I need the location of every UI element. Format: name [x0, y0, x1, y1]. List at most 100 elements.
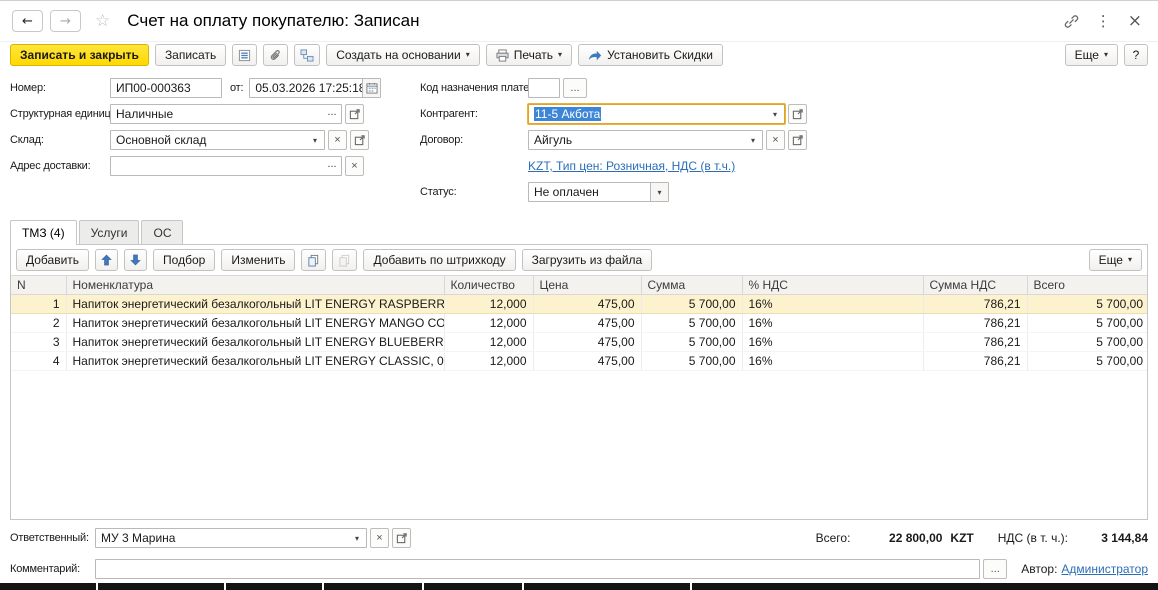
- save-button[interactable]: Записать: [155, 44, 226, 66]
- table-cell[interactable]: 475,00: [533, 333, 641, 352]
- document-register-button[interactable]: [232, 44, 257, 66]
- taskbar-item[interactable]: [0, 583, 96, 590]
- clear-button[interactable]: ×: [370, 528, 389, 548]
- warehouse-field[interactable]: Основной склад ▾: [110, 130, 325, 150]
- table-cell[interactable]: 5 700,00: [1027, 314, 1147, 333]
- forward-button[interactable]: →: [50, 10, 81, 32]
- taskbar-item[interactable]: [98, 583, 224, 590]
- taskbar-item[interactable]: [324, 583, 422, 590]
- choose-icon[interactable]: ...: [323, 157, 341, 175]
- responsible-field[interactable]: МУ 3 Марина ▾: [95, 528, 367, 548]
- counterparty-field[interactable]: 11-5 Акбота ▾: [528, 104, 785, 124]
- pick-items-button[interactable]: Подбор: [153, 249, 215, 271]
- paste-rows-button[interactable]: [332, 249, 357, 271]
- taskbar-item[interactable]: [226, 583, 322, 590]
- table-cell[interactable]: 1: [11, 295, 66, 314]
- taskbar-item[interactable]: [692, 583, 1158, 590]
- table-cell[interactable]: 475,00: [533, 295, 641, 314]
- more-button[interactable]: Еще ▾: [1065, 44, 1118, 66]
- table-cell[interactable]: 16%: [742, 295, 923, 314]
- status-field[interactable]: Не оплачен ▾: [528, 182, 669, 202]
- chevron-down-icon[interactable]: ▾: [766, 105, 784, 123]
- edit-row-button[interactable]: Изменить: [221, 249, 295, 271]
- help-button[interactable]: ?: [1124, 44, 1148, 66]
- set-discounts-button[interactable]: Установить Скидки: [578, 44, 723, 66]
- more-menu-icon[interactable]: ⋮: [1096, 14, 1111, 29]
- table-cell[interactable]: 5 700,00: [1027, 295, 1147, 314]
- get-link-icon[interactable]: [1064, 14, 1079, 29]
- column-header[interactable]: Сумма НДС: [923, 276, 1027, 295]
- column-header[interactable]: % НДС: [742, 276, 923, 295]
- chevron-down-icon[interactable]: ▾: [306, 131, 324, 149]
- table-cell[interactable]: 16%: [742, 333, 923, 352]
- chevron-down-icon[interactable]: ▾: [744, 131, 762, 149]
- table-cell[interactable]: 3: [11, 333, 66, 352]
- choose-button[interactable]: ...: [983, 559, 1007, 579]
- table-cell[interactable]: 12,000: [444, 314, 533, 333]
- open-button[interactable]: [392, 528, 411, 548]
- chevron-down-icon[interactable]: ▾: [348, 529, 366, 547]
- table-cell[interactable]: 786,21: [923, 352, 1027, 371]
- table-row[interactable]: 4Напиток энергетический безалкогольный L…: [11, 352, 1147, 371]
- author-link[interactable]: Администратор: [1061, 562, 1148, 576]
- open-button[interactable]: [788, 104, 807, 124]
- open-button[interactable]: [350, 130, 369, 150]
- date-field[interactable]: 05.03.2026 17:25:18: [249, 78, 381, 98]
- move-row-up-button[interactable]: [95, 249, 118, 271]
- copy-rows-button[interactable]: [301, 249, 326, 271]
- number-field[interactable]: ИП00-000363: [110, 78, 222, 98]
- table-cell[interactable]: 12,000: [444, 295, 533, 314]
- items-more-button[interactable]: Еще ▾: [1089, 249, 1142, 271]
- clear-button[interactable]: ×: [328, 130, 347, 150]
- favorite-star-icon[interactable]: ☆: [95, 11, 110, 31]
- table-cell[interactable]: 12,000: [444, 333, 533, 352]
- taskbar-item[interactable]: [424, 583, 522, 590]
- table-cell[interactable]: Напиток энергетический безалкогольный LI…: [66, 352, 444, 371]
- table-row[interactable]: 2Напиток энергетический безалкогольный L…: [11, 314, 1147, 333]
- table-cell[interactable]: 5 700,00: [641, 333, 742, 352]
- table-cell[interactable]: 5 700,00: [1027, 333, 1147, 352]
- move-row-down-button[interactable]: [124, 249, 147, 271]
- table-cell[interactable]: 4: [11, 352, 66, 371]
- tab-services[interactable]: Услуги: [79, 220, 140, 244]
- table-cell[interactable]: Напиток энергетический безалкогольный LI…: [66, 333, 444, 352]
- print-button[interactable]: Печать ▾: [486, 44, 572, 66]
- tab-os[interactable]: ОС: [141, 220, 183, 244]
- choose-button[interactable]: ...: [563, 78, 587, 98]
- tab-tmz[interactable]: ТМЗ (4): [10, 220, 77, 245]
- table-cell[interactable]: 16%: [742, 352, 923, 371]
- taskbar-item[interactable]: [524, 583, 690, 590]
- table-cell[interactable]: 5 700,00: [641, 352, 742, 371]
- table-cell[interactable]: 475,00: [533, 314, 641, 333]
- clear-button[interactable]: ×: [766, 130, 785, 150]
- table-row[interactable]: 3Напиток энергетический безалкогольный L…: [11, 333, 1147, 352]
- choose-icon[interactable]: ...: [323, 105, 341, 123]
- table-cell[interactable]: 12,000: [444, 352, 533, 371]
- column-header[interactable]: Всего: [1027, 276, 1147, 295]
- delivery-address-field[interactable]: ...: [110, 156, 342, 176]
- column-header[interactable]: Количество: [444, 276, 533, 295]
- add-row-button[interactable]: Добавить: [16, 249, 89, 271]
- related-documents-button[interactable]: [294, 44, 320, 66]
- table-cell[interactable]: 786,21: [923, 333, 1027, 352]
- save-and-close-button[interactable]: Записать и закрыть: [10, 44, 149, 66]
- add-by-barcode-button[interactable]: Добавить по штрихкоду: [363, 249, 515, 271]
- payment-purpose-code-field[interactable]: [528, 78, 560, 98]
- column-header[interactable]: Цена: [533, 276, 641, 295]
- calendar-icon[interactable]: [362, 79, 380, 97]
- column-header[interactable]: Номенклатура: [66, 276, 444, 295]
- contract-field[interactable]: Айгуль ▾: [528, 130, 763, 150]
- chevron-down-icon[interactable]: ▾: [650, 183, 668, 201]
- table-cell[interactable]: 2: [11, 314, 66, 333]
- close-icon[interactable]: ×: [1128, 13, 1142, 30]
- table-cell[interactable]: 5 700,00: [641, 314, 742, 333]
- load-from-file-button[interactable]: Загрузить из файла: [522, 249, 653, 271]
- table-row[interactable]: 1Напиток энергетический безалкогольный L…: [11, 295, 1147, 314]
- open-button[interactable]: [345, 104, 364, 124]
- column-header[interactable]: Сумма: [641, 276, 742, 295]
- back-button[interactable]: ←: [12, 10, 43, 32]
- create-based-on-button[interactable]: Создать на основании ▾: [326, 44, 480, 66]
- table-cell[interactable]: 5 700,00: [641, 295, 742, 314]
- table-cell[interactable]: 475,00: [533, 352, 641, 371]
- table-cell[interactable]: 5 700,00: [1027, 352, 1147, 371]
